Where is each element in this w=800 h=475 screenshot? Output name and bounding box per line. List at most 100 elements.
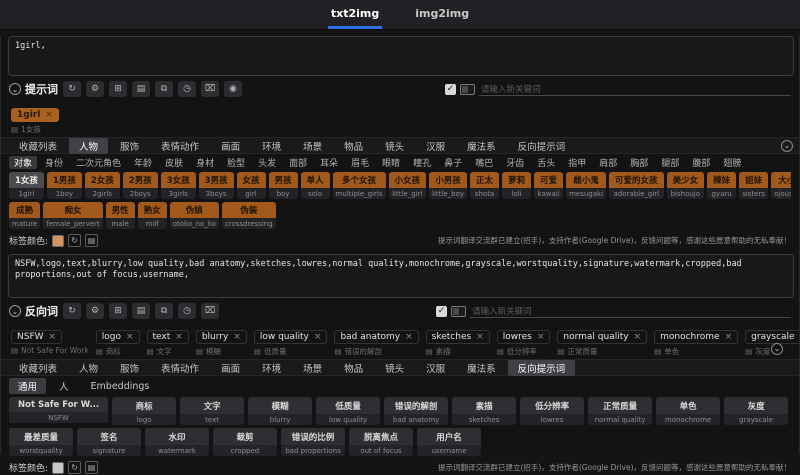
remove-chip-icon[interactable]: × (314, 332, 322, 342)
history-icon[interactable]: ◷ (178, 303, 196, 319)
tag-button-username[interactable]: 用户名username (417, 428, 481, 456)
tab-汉服[interactable]: 汉服 (416, 360, 455, 376)
tab-通用[interactable]: 通用 (9, 378, 46, 394)
tag-button-bad proportions[interactable]: 错误的比例bad proportions (281, 428, 345, 456)
prompt-chip-monochrome[interactable]: monochrome×▤单色 (654, 324, 738, 357)
remove-chip-icon[interactable]: × (126, 332, 134, 342)
tab-img2img[interactable]: img2img (412, 2, 472, 29)
translate-toggle[interactable] (451, 306, 466, 317)
tag-button-cropped[interactable]: 裁剪cropped (213, 428, 277, 456)
remove-chip-icon[interactable]: × (45, 110, 53, 120)
category-耳朵[interactable]: 耳朵 (315, 156, 343, 169)
category-肩部[interactable]: 肩部 (594, 156, 622, 169)
remove-chip-icon[interactable]: × (175, 332, 183, 342)
tag-button-kawaii[interactable]: 可爱kawaii (534, 172, 563, 199)
tab-场景[interactable]: 场景 (293, 360, 332, 376)
tag-button-little_boy[interactable]: 小男孩little_boy (429, 172, 467, 199)
tab-Embeddings[interactable]: Embeddings (82, 380, 159, 393)
category-头发[interactable]: 头发 (253, 156, 281, 169)
tab-人[interactable]: 人 (50, 378, 78, 394)
refresh-icon[interactable]: ↻ (63, 81, 81, 97)
tab-反向提示词[interactable]: 反向提示词 (508, 138, 576, 154)
tab-环境[interactable]: 环境 (252, 360, 291, 376)
prompt-chip-NSFW[interactable]: NSFW×▤Not Safe For Work (11, 324, 89, 357)
prompt-chip-text[interactable]: text×▤文字 (147, 324, 189, 357)
list-icon[interactable]: ▤ (132, 303, 150, 319)
category-胸部[interactable]: 胸部 (625, 156, 653, 169)
tag-button-sketches[interactable]: 素描sketches (452, 397, 516, 425)
remove-chip-icon[interactable]: × (476, 332, 484, 342)
translate-toggle[interactable] (460, 84, 475, 95)
chevron-down-icon[interactable]: ⌄ (9, 83, 21, 95)
tag-button-boy[interactable]: 男孩boy (269, 172, 298, 199)
tag-button-3boys[interactable]: 3男孩3boys (199, 172, 234, 199)
tab-环境[interactable]: 环境 (252, 138, 291, 154)
save-icon[interactable]: ⊞ (109, 303, 127, 319)
tag-button-worstquality[interactable]: 最差质量worstquality (9, 428, 73, 456)
refresh-icon[interactable]: ↻ (63, 303, 81, 319)
tag-button-lowres[interactable]: 低分辨率lowres (520, 397, 584, 425)
remove-chip-icon[interactable]: × (405, 332, 413, 342)
tag-button-grayscale[interactable]: 灰度grayscale (724, 397, 788, 425)
category-瞳孔[interactable]: 瞳孔 (408, 156, 436, 169)
tag-button-1girl[interactable]: 1女孩1girl (9, 172, 44, 199)
tab-物品[interactable]: 物品 (334, 138, 373, 154)
tab-镜头[interactable]: 镜头 (375, 360, 414, 376)
translate-icon[interactable]: ⧉ (155, 81, 173, 97)
tag-button-multiple_girls[interactable]: 多个女孩multiple_girls (333, 172, 386, 199)
expand-circle-icon[interactable]: ⌄ (771, 343, 783, 355)
category-鼻子[interactable]: 鼻子 (439, 156, 467, 169)
tab-画面[interactable]: 画面 (211, 360, 250, 376)
category-腿部[interactable]: 腿部 (656, 156, 684, 169)
category-眼睛[interactable]: 眼睛 (377, 156, 405, 169)
prompt-chip-sketches[interactable]: sketches×▤素描 (426, 324, 490, 357)
reset-color-icon[interactable]: ↻ (68, 461, 81, 474)
tag-button-loli[interactable]: 萝莉loli (502, 172, 531, 199)
positive-prompt-textarea[interactable]: 1girl, (8, 36, 794, 76)
remove-chip-icon[interactable]: × (537, 332, 545, 342)
tag-button-1boy[interactable]: 1男孩1boy (47, 172, 82, 199)
tab-表情动作[interactable]: 表情动作 (151, 360, 209, 376)
category-翅膀[interactable]: 翅膀 (718, 156, 746, 169)
prompt-chip-lowres[interactable]: lowres×▤低分辨率 (497, 324, 551, 357)
tab-物品[interactable]: 物品 (334, 360, 373, 376)
category-身材[interactable]: 身材 (191, 156, 219, 169)
save-icon[interactable]: ⊞ (109, 81, 127, 97)
category-指甲[interactable]: 指甲 (563, 156, 591, 169)
tag-button-bad anatomy[interactable]: 错误的解剖bad anatomy (384, 397, 448, 425)
remove-chip-icon[interactable]: × (233, 332, 241, 342)
tag-button-adorable_girl[interactable]: 可爱的女孩adorable_girl (609, 172, 664, 199)
reset-color-icon[interactable]: ↻ (68, 234, 81, 247)
tag-button-2girls[interactable]: 2女孩2girls (85, 172, 120, 199)
tab-反向提示词[interactable]: 反向提示词 (508, 360, 576, 376)
tab-魔法系[interactable]: 魔法系 (457, 360, 506, 376)
tag-button-watermark[interactable]: 水印watermark (145, 428, 209, 456)
category-牙齿[interactable]: 牙齿 (501, 156, 529, 169)
tag-color-swatch[interactable] (52, 462, 64, 474)
prompt-chip-normal quality[interactable]: normal quality×▤正常质量 (557, 324, 647, 357)
tag-button-mature[interactable]: 成熟mature (9, 202, 40, 229)
prompt-chip-low quality[interactable]: low quality×▤低质量 (254, 324, 328, 357)
auto-translate-checkbox[interactable]: ✓ (445, 84, 456, 95)
chevron-down-icon[interactable]: ⌄ (9, 305, 21, 317)
tag-button-low quality[interactable]: 低质量low quality (316, 397, 380, 425)
tab-表情动作[interactable]: 表情动作 (151, 138, 209, 154)
tag-button-female_pervert[interactable]: 痴女female_pervert (43, 202, 102, 229)
tag-button-girl[interactable]: 女孩girl (237, 172, 266, 199)
tab-收藏列表[interactable]: 收藏列表 (9, 138, 67, 154)
settings-icon[interactable]: ⚙ (86, 303, 104, 319)
tab-场景[interactable]: 场景 (293, 138, 332, 154)
category-二次元角色[interactable]: 二次元角色 (71, 156, 126, 169)
prompt-chip-1girl[interactable]: 1girl×▤1女孩 (11, 102, 59, 135)
tag-button-out of focus[interactable]: 脱离焦点out of focus (349, 428, 413, 456)
tag-button-milf[interactable]: 熟女milf (138, 202, 167, 229)
tag-button-crossdressing[interactable]: 伪装crossdressing (222, 202, 276, 229)
tag-button-shota[interactable]: 正太shota (470, 172, 499, 199)
tag-button-sisters[interactable]: 姐妹sisters (739, 172, 768, 199)
tag-button-gyaru[interactable]: 辣妹gyaru (707, 172, 736, 199)
negative-prompt-textarea[interactable]: NSFW,logo,text,blurry,low quality,bad an… (8, 254, 794, 298)
category-身份[interactable]: 身份 (40, 156, 68, 169)
category-对象[interactable]: 对象 (9, 156, 37, 169)
prompt-chip-blurry[interactable]: blurry×▤模糊 (196, 324, 247, 357)
tag-button-mesugaki[interactable]: 雌小鬼mesugaki (566, 172, 606, 199)
